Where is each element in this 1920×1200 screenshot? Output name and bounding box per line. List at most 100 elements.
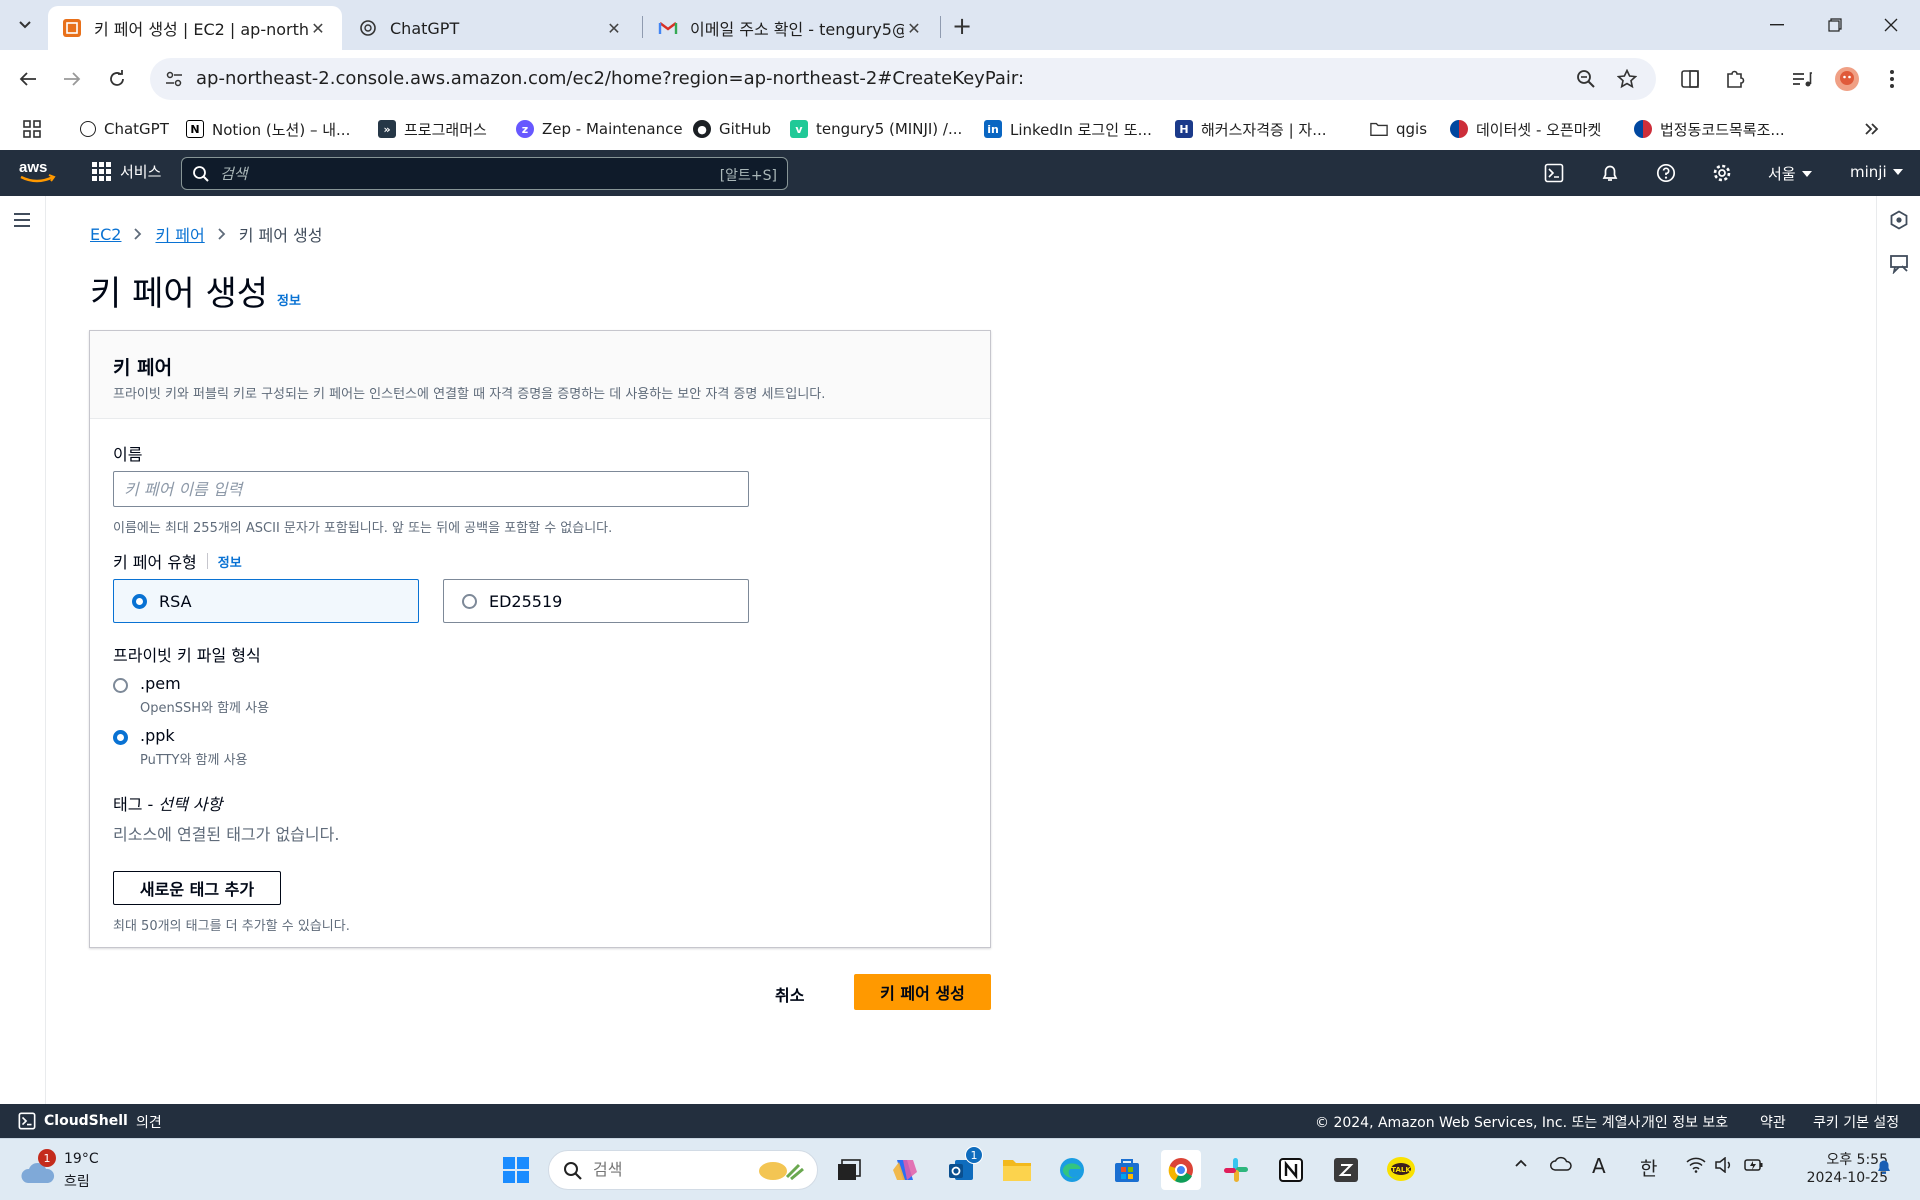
bookmark-chatgpt[interactable]: ChatGPT — [80, 116, 169, 142]
key-type-rsa-tile[interactable]: RSA — [113, 579, 419, 623]
bookmark-programmers[interactable]: » 프로그래머스 — [378, 116, 487, 142]
tab-gmail[interactable]: 이메일 주소 확인 - tengury5@ ✕ — [644, 6, 938, 50]
breadcrumb-ec2[interactable]: EC2 — [90, 225, 121, 244]
aws-logo[interactable]: aws — [18, 158, 58, 186]
bookmark-hackers[interactable]: H 해커스자격증 | 자... — [1175, 116, 1327, 142]
breadcrumb-key-pairs[interactable]: 키 페어 — [155, 222, 204, 246]
format-ppk-option[interactable]: .ppk PuTTY와 함께 사용 — [113, 726, 248, 768]
reading-mode-icon[interactable] — [1676, 65, 1704, 93]
settings-gear-icon[interactable] — [1710, 161, 1734, 185]
minimize-button[interactable] — [1748, 0, 1806, 50]
pem-radio[interactable] — [113, 678, 128, 693]
account-menu[interactable]: minji — [1850, 163, 1903, 181]
kakaotalk-icon[interactable]: TALK — [1381, 1150, 1421, 1190]
tray-overflow-chevron-icon[interactable] — [1514, 1158, 1528, 1168]
restore-button[interactable] — [1806, 0, 1864, 50]
taskbar-search-input[interactable] — [593, 1160, 733, 1179]
notion-taskbar-icon[interactable] — [1271, 1150, 1311, 1190]
cancel-button[interactable]: 취소 — [775, 982, 804, 1006]
battery-icon[interactable] — [1744, 1156, 1764, 1174]
rsa-radio[interactable] — [132, 593, 147, 609]
bookmark-folder-qgis[interactable]: qgis — [1370, 116, 1427, 142]
slack-icon[interactable] — [1216, 1150, 1256, 1190]
ime-mode-a[interactable]: A — [1592, 1154, 1606, 1178]
taskbar-search-box[interactable] — [548, 1150, 818, 1190]
chrome-icon[interactable] — [1161, 1150, 1201, 1190]
bookmark-velog[interactable]: v tengury5 (MINJI) /... — [790, 116, 962, 142]
ed25519-radio[interactable] — [462, 593, 477, 609]
privacy-link[interactable]: 개인 정보 보호 — [1642, 1112, 1728, 1132]
services-menu-button[interactable]: 서비스 — [92, 161, 161, 182]
type-info-link[interactable]: 정보 — [218, 552, 242, 571]
reload-icon — [110, 70, 124, 86]
close-tab-icon[interactable]: ✕ — [604, 18, 624, 38]
aws-search-box[interactable]: [알트+S] — [181, 157, 788, 190]
create-key-pair-button[interactable]: 키 페어 생성 — [854, 974, 991, 1010]
bookmark-linkedin[interactable]: in LinkedIn 로그인 또... — [984, 116, 1152, 142]
zoom-icon[interactable] — [1574, 67, 1598, 91]
weather-widget[interactable]: 1 19°C 흐림 — [20, 1149, 130, 1193]
terms-link[interactable]: 약관 — [1760, 1112, 1786, 1132]
linkedin-icon: in — [984, 120, 1002, 138]
apps-grid-icon[interactable] — [22, 116, 42, 142]
ime-mode-han[interactable]: 한 — [1640, 1154, 1657, 1181]
notifications-bell-icon[interactable] — [1598, 161, 1622, 185]
bookmarks-overflow-icon[interactable] — [1864, 116, 1880, 142]
region-selector[interactable]: 서울 — [1768, 163, 1812, 184]
browser-menu-icon[interactable] — [1878, 65, 1906, 93]
key-pair-name-input[interactable] — [113, 471, 749, 507]
profile-avatar[interactable] — [1833, 65, 1861, 93]
outlook-icon[interactable]: 1 — [941, 1146, 983, 1190]
help-icon[interactable] — [1654, 161, 1678, 185]
site-info-icon[interactable] — [162, 67, 186, 91]
new-tab-button[interactable]: + — [948, 12, 976, 40]
close-window-button[interactable] — [1862, 0, 1920, 50]
aws-search-input[interactable] — [220, 161, 660, 187]
left-rail — [0, 196, 46, 1104]
file-explorer-icon[interactable] — [997, 1150, 1037, 1190]
ms-store-icon[interactable] — [1107, 1150, 1147, 1190]
tab-chatgpt[interactable]: ChatGPT ✕ — [344, 6, 638, 50]
add-new-tag-button[interactable]: 새로운 태그 추가 — [113, 871, 281, 905]
onedrive-icon[interactable] — [1550, 1156, 1572, 1172]
task-view-icon[interactable] — [829, 1150, 869, 1190]
zep-taskbar-icon[interactable] — [1326, 1150, 1366, 1190]
bookmark-zep[interactable]: z Zep - Maintenance — [516, 116, 683, 142]
tab-ec2-keypair[interactable]: 키 페어 생성 | EC2 | ap-northeast-2 ✕ — [48, 6, 342, 50]
wifi-icon[interactable] — [1686, 1157, 1706, 1173]
extensions-puzzle-icon[interactable] — [1721, 65, 1749, 93]
copilot-icon[interactable] — [885, 1150, 925, 1190]
cloudshell-icon[interactable] — [1542, 161, 1566, 185]
media-controls-icon[interactable] — [1788, 65, 1816, 93]
container-header: 키 페어 프라이빗 키와 퍼블릭 키로 구성되는 키 페어는 인스턴스에 연결할… — [90, 331, 990, 419]
tab-search-button[interactable] — [10, 11, 40, 39]
cloudshell-footer-button[interactable]: CloudShell — [18, 1112, 128, 1130]
feedback-link[interactable]: 의견 — [136, 1112, 162, 1132]
bookmark-github[interactable]: ● GitHub — [693, 116, 771, 142]
feedback-panel-icon[interactable] — [1889, 254, 1909, 274]
format-pem-option[interactable]: .pem OpenSSH와 함께 사용 — [113, 674, 269, 716]
edge-icon[interactable] — [1052, 1150, 1092, 1190]
volume-icon[interactable] — [1714, 1157, 1734, 1173]
close-tab-icon[interactable]: ✕ — [308, 18, 328, 38]
close-tab-icon[interactable]: ✕ — [904, 18, 924, 38]
start-button[interactable] — [496, 1150, 536, 1190]
hamburger-menu-icon[interactable] — [12, 212, 32, 228]
cookie-preferences-link[interactable]: 쿠키 기본 설정 — [1813, 1112, 1899, 1132]
hexagon-panel-icon[interactable] — [1889, 210, 1909, 230]
key-type-ed25519-tile[interactable]: ED25519 — [443, 579, 749, 623]
ppk-radio[interactable] — [113, 730, 128, 745]
address-bar[interactable]: ap-northeast-2.console.aws.amazon.com/ec… — [150, 58, 1656, 100]
bookmark-dataset[interactable]: 데이터셋 - 오픈마켓 — [1450, 116, 1601, 142]
close-icon — [1884, 18, 1898, 32]
bookmark-notion[interactable]: N Notion (노션) – 내... — [186, 116, 350, 142]
back-button[interactable] — [12, 63, 44, 95]
reload-button[interactable] — [101, 63, 133, 95]
bookmark-star-icon[interactable] — [1615, 67, 1639, 91]
pem-description: OpenSSH와 함께 사용 — [140, 701, 270, 716]
notification-bell-icon[interactable] — [1876, 1158, 1892, 1176]
bookmark-legal-code[interactable]: 법정동코드목록조... — [1634, 116, 1785, 142]
info-link[interactable]: 정보 — [277, 290, 301, 309]
right-rail — [1876, 196, 1920, 1104]
forward-button[interactable] — [56, 63, 88, 95]
